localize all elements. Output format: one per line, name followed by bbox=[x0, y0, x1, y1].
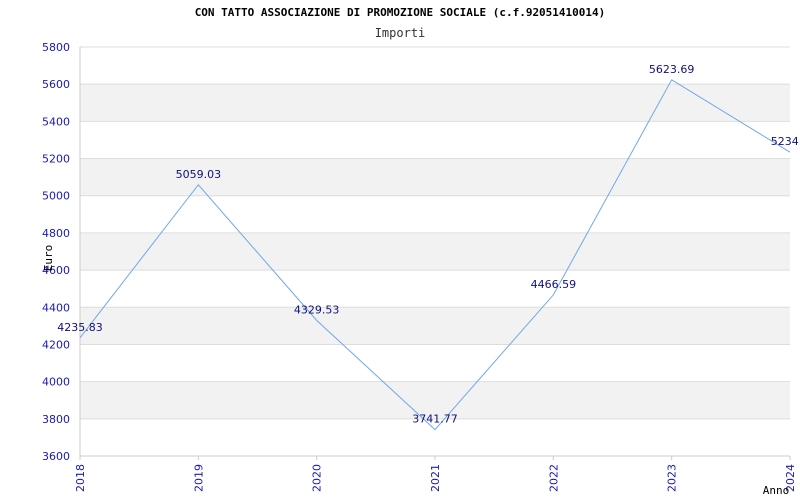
y-tick-label: 5600 bbox=[42, 78, 70, 91]
data-label: 3741.77 bbox=[412, 413, 458, 426]
y-tick-label: 5800 bbox=[42, 41, 70, 54]
y-tick-label: 5000 bbox=[42, 190, 70, 203]
y-tick-label: 3600 bbox=[42, 450, 70, 463]
x-tick-label: 2018 bbox=[74, 464, 87, 492]
y-tick-label: 4200 bbox=[42, 338, 70, 351]
data-label: 4466.59 bbox=[531, 278, 577, 291]
y-tick-label: 5200 bbox=[42, 153, 70, 166]
y-tick-label: 4400 bbox=[42, 301, 70, 314]
data-label: 5059.03 bbox=[176, 168, 222, 181]
x-tick-label: 2023 bbox=[666, 464, 679, 492]
data-label: 5234.1 bbox=[771, 135, 800, 148]
grid-band bbox=[80, 84, 790, 122]
y-tick-label: 4000 bbox=[42, 376, 70, 389]
x-tick-label: 2019 bbox=[192, 464, 205, 492]
data-label: 4329.53 bbox=[294, 303, 340, 316]
y-axis-label: Euro bbox=[42, 245, 55, 272]
x-tick-label: 2020 bbox=[311, 464, 324, 492]
x-tick-label: 2021 bbox=[429, 464, 442, 492]
data-label: 5623.69 bbox=[649, 63, 695, 76]
line-chart: 3600380040004200440046004800500052005400… bbox=[42, 41, 800, 497]
x-axis-label: Anno bbox=[763, 484, 790, 497]
x-tick-label: 2022 bbox=[547, 464, 560, 492]
y-tick-label: 3800 bbox=[42, 413, 70, 426]
data-label: 4235.83 bbox=[57, 321, 103, 334]
grid-band bbox=[80, 307, 790, 345]
y-tick-label: 5400 bbox=[42, 115, 70, 128]
y-tick-label: 4800 bbox=[42, 227, 70, 240]
grid-band bbox=[80, 232, 790, 271]
